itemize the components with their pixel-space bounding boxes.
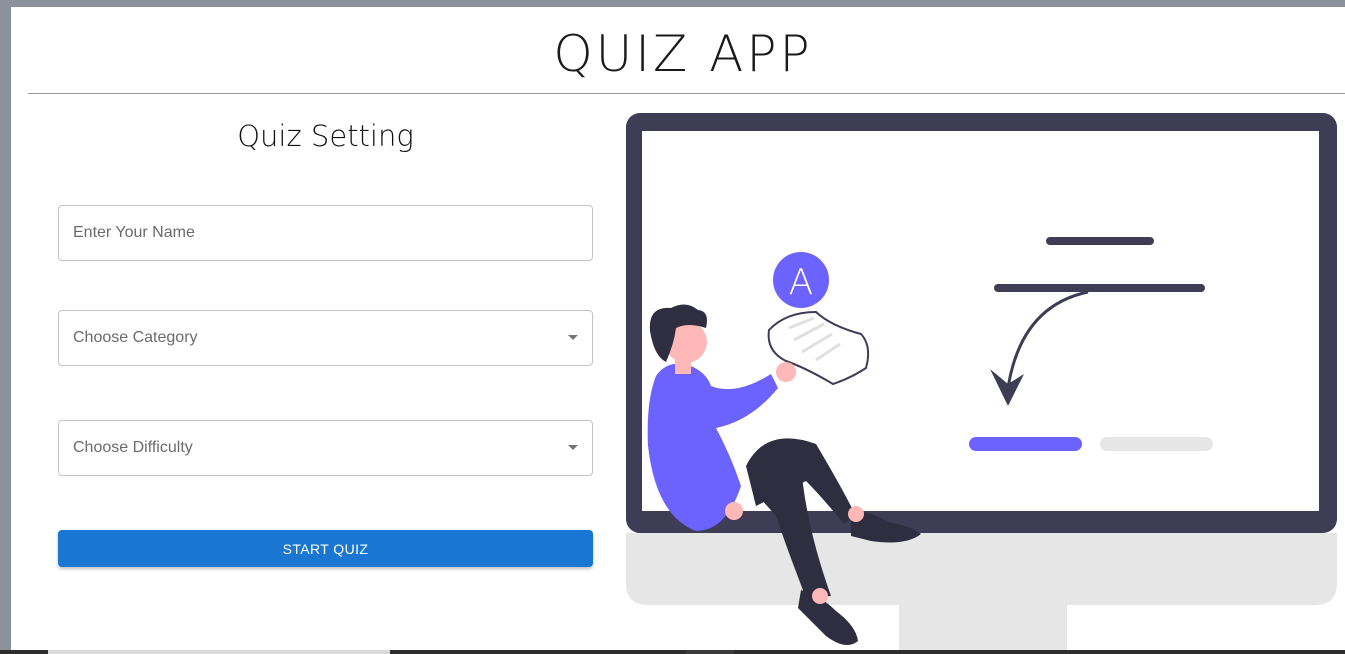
app-window: QUIZ APP Quiz Setting Choose Category Ch… — [5, 7, 1345, 654]
difficulty-select[interactable]: Choose Difficulty — [58, 420, 593, 476]
dropdown-caret-icon — [568, 335, 578, 340]
start-quiz-button[interactable]: START QUIZ — [58, 530, 593, 567]
category-select[interactable]: Choose Category — [58, 310, 593, 366]
scrollbar-segment — [686, 650, 734, 654]
name-field[interactable] — [58, 205, 593, 261]
quiz-illustration: A — [626, 113, 1337, 654]
monitor-icon — [626, 113, 1337, 654]
app-title: QUIZ APP — [553, 25, 813, 83]
category-select-label: Choose Category — [73, 329, 198, 346]
scrollbar-thumb[interactable] — [48, 650, 390, 654]
badge-letter: A — [789, 262, 814, 303]
bottom-scrollbar — [0, 650, 1345, 654]
dropdown-caret-icon — [568, 445, 578, 450]
quiz-setting-title: Quiz Setting — [237, 119, 414, 153]
name-input[interactable] — [59, 206, 592, 260]
letter-a-badge: A — [773, 252, 829, 308]
header-divider — [28, 93, 1345, 94]
difficulty-select-label: Choose Difficulty — [73, 439, 193, 456]
app-content: QUIZ APP Quiz Setting Choose Category Ch… — [17, 14, 1345, 654]
